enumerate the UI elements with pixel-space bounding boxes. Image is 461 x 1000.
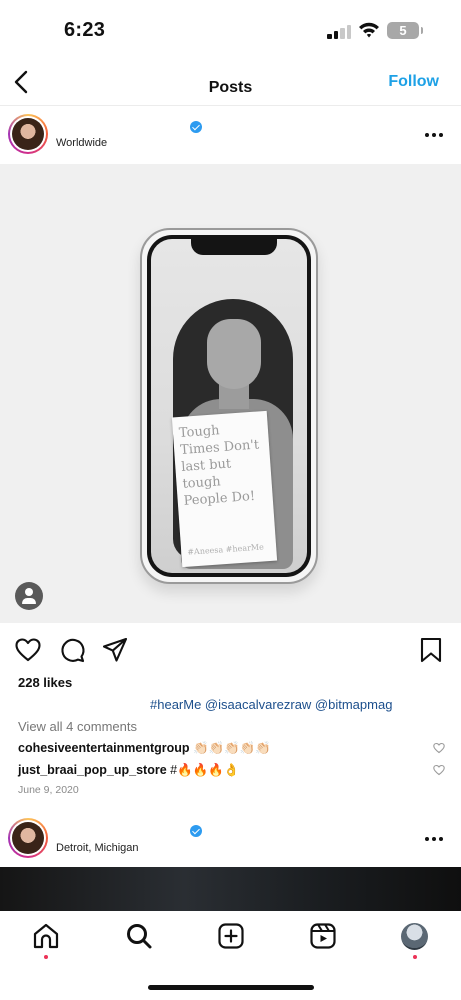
nav-header: Posts Follow — [0, 62, 461, 106]
share-send-icon[interactable] — [101, 636, 129, 664]
more-options-icon[interactable] — [425, 836, 445, 842]
verified-badge-icon — [190, 825, 202, 837]
post-action-bar — [0, 636, 461, 666]
author-avatar[interactable] — [8, 818, 48, 858]
tagged-users-icon[interactable] — [15, 582, 43, 610]
profile-avatar[interactable] — [401, 923, 428, 950]
comment-username[interactable]: just_braai_pop_up_store — [18, 763, 167, 777]
phone-mockup: Tough Times Don't last but tough People … — [140, 228, 318, 584]
save-bookmark-icon[interactable] — [417, 636, 445, 664]
follow-button[interactable]: Follow — [388, 73, 439, 91]
comment-username[interactable]: cohesiveentertainmentgroup — [18, 741, 190, 755]
caption-tags[interactable]: #hearMe @isaacalvarezraw @bitmapmag — [150, 697, 392, 712]
home-icon[interactable] — [32, 922, 60, 950]
cellular-signal-icon — [327, 25, 353, 39]
comment-row: just_braai_pop_up_store #🔥🔥🔥👌 — [18, 763, 239, 778]
battery-indicator: 5 — [387, 22, 423, 39]
reels-icon[interactable] — [309, 922, 337, 950]
comment-row: cohesiveentertainmentgroup 👏🏻👏🏻👏🏻👏🏻👏🏻 — [18, 741, 271, 756]
post-location[interactable]: Detroit, Michigan — [56, 842, 139, 854]
comment-text: #🔥🔥🔥👌 — [170, 763, 240, 777]
likes-count[interactable]: 228 likes — [18, 675, 72, 690]
status-time: 6:23 — [64, 19, 106, 41]
post-header: Worldwide — [0, 107, 461, 163]
create-post-icon[interactable] — [217, 922, 245, 950]
post-image[interactable]: Tough Times Don't last but tough People … — [0, 164, 461, 623]
post-location[interactable]: Worldwide — [56, 137, 107, 149]
comment-bubble-icon[interactable] — [58, 636, 86, 664]
comment-text: 👏🏻👏🏻👏🏻👏🏻👏🏻 — [193, 741, 271, 755]
notification-dot — [413, 955, 417, 959]
verified-badge-icon — [190, 121, 202, 133]
author-avatar[interactable] — [8, 114, 48, 154]
post-image[interactable] — [0, 867, 461, 911]
status-bar: 6:23 5 — [0, 0, 461, 62]
like-heart-icon[interactable] — [14, 636, 42, 664]
home-indicator — [148, 985, 314, 990]
view-all-comments-link[interactable]: View all 4 comments — [18, 719, 137, 734]
notification-dot — [44, 955, 48, 959]
comment-like-icon[interactable] — [433, 764, 445, 776]
more-options-icon[interactable] — [425, 132, 445, 138]
search-icon[interactable] — [125, 922, 153, 950]
post-date: June 9, 2020 — [18, 784, 79, 796]
handwritten-sign: Tough Times Don't last but tough People … — [171, 410, 278, 568]
wifi-icon — [359, 22, 379, 38]
comment-like-icon[interactable] — [433, 742, 445, 754]
post-header: Detroit, Michigan — [0, 811, 461, 867]
